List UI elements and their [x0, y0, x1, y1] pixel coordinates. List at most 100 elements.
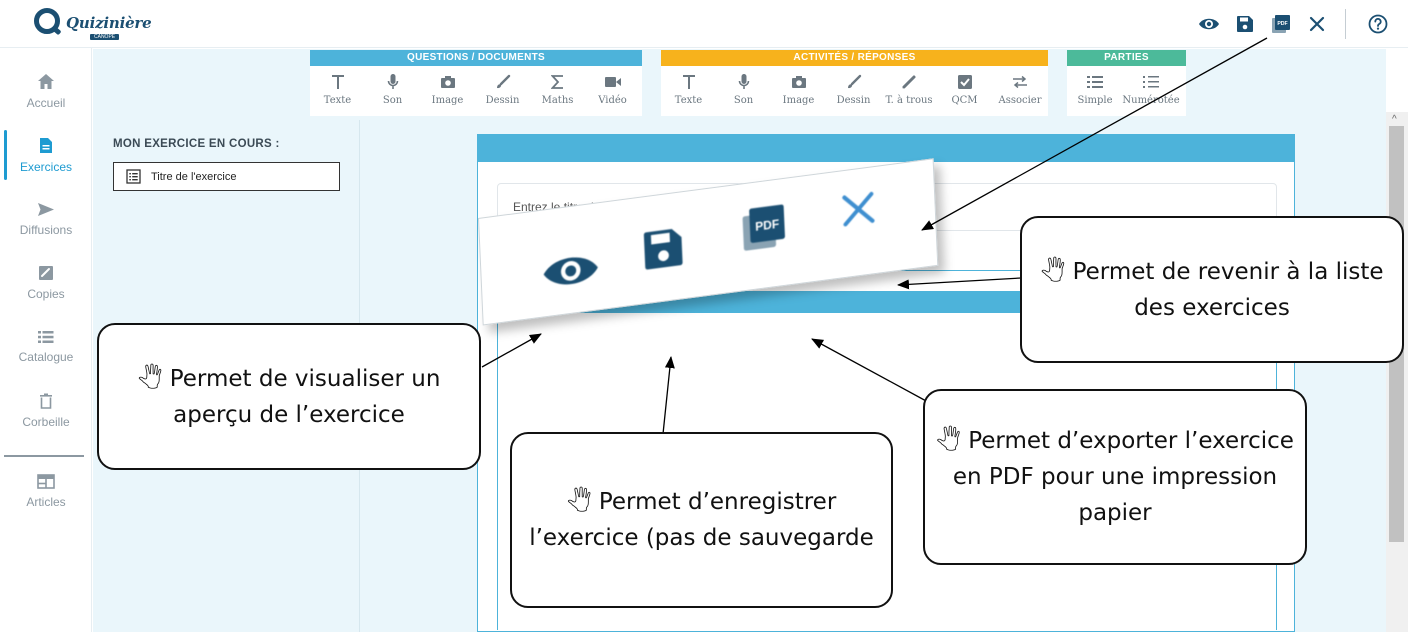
nav-label: Articles: [26, 494, 66, 509]
zoom-pdf-icon: PDF: [738, 200, 790, 254]
nav-label: Exercices: [19, 159, 72, 174]
tool-activity-son[interactable]: Son: [716, 66, 771, 116]
checkbox-icon: [957, 75, 972, 89]
hand-glyph: 🖑: [566, 489, 592, 515]
tool-label: Image: [431, 95, 464, 106]
zoom-close-icon: [838, 187, 880, 232]
panel-title: MON EXERCICE EN COURS :: [113, 138, 280, 150]
microphone-icon: [738, 74, 749, 89]
outline-item-title[interactable]: Titre de l'exercice: [113, 162, 340, 191]
outline-item-label: Titre de l'exercice: [151, 170, 237, 183]
exercise-card-header: [478, 134, 1294, 162]
tool-activity-associer[interactable]: Associer: [992, 66, 1048, 116]
hand-glyph: 🖑: [1040, 258, 1066, 285]
send-icon: [38, 202, 54, 216]
bullet-list-icon: [1087, 76, 1103, 88]
tool-label: Son: [382, 95, 403, 106]
tool-activity-qcm[interactable]: QCM: [937, 66, 992, 116]
tool-question-son[interactable]: Son: [365, 66, 420, 116]
camera-icon: [440, 76, 455, 88]
tool-label: Maths: [541, 95, 574, 106]
nav-item-diffusions[interactable]: Diffusions: [0, 190, 92, 248]
home-icon: [38, 73, 54, 89]
top-actions-divider: [1345, 9, 1346, 39]
nav-item-accueil[interactable]: Accueil: [0, 62, 92, 120]
nav-label: Diffusions: [19, 222, 73, 237]
callout-preview-text: Permet de visualiser un aperçu de l’exer…: [169, 365, 441, 428]
tool-activity-image[interactable]: Image: [771, 66, 826, 116]
callout-pdf: 🖑 Permet d’exporter l’exercice en PDF po…: [923, 389, 1307, 565]
tool-label: Son: [733, 95, 754, 106]
nav-label: Catalogue: [18, 350, 74, 364]
document-icon: [40, 137, 52, 153]
nav-label: Copies: [27, 287, 65, 301]
list-icon: [38, 331, 54, 343]
logo-subtitle: CANOPÉ: [90, 34, 120, 40]
callout-save: 🖑 Permet d’enregistrer l’exercice (pas d…: [510, 432, 893, 608]
nav-item-corbeille[interactable]: Corbeille: [0, 382, 92, 440]
tool-activity-texte[interactable]: Texte: [661, 66, 716, 116]
tool-question-image[interactable]: Image: [420, 66, 475, 116]
pdf-export-icon[interactable]: PDF: [1265, 8, 1297, 40]
nav-item-articles[interactable]: Articles: [0, 462, 92, 520]
tool-question-dessin[interactable]: Dessin: [475, 66, 530, 116]
svg-text:PDF: PDF: [1277, 21, 1287, 27]
side-navigation: Accueil Exercices Diffusions Copies Cata…: [0, 48, 92, 632]
brush-icon: [496, 74, 510, 89]
tool-label: Dessin: [836, 95, 871, 106]
trash-icon: [40, 393, 52, 409]
hand-glyph: 🖑: [137, 365, 163, 392]
callout-close-text: Permet de revenir à la liste des exercic…: [1072, 258, 1384, 321]
tool-label: T. à trous: [885, 95, 933, 106]
tool-activity-dessin[interactable]: Dessin: [826, 66, 881, 116]
swap-icon: [1013, 75, 1027, 89]
text-icon: [682, 75, 695, 89]
toolbar-group-title: PARTIES: [1067, 50, 1186, 66]
tool-label: Vidéo: [598, 95, 627, 106]
tool-part-numerotee[interactable]: Numérotée: [1122, 66, 1180, 116]
app-logo[interactable]: Quizinière CANOPÉ: [34, 8, 152, 40]
tool-question-video[interactable]: Vidéo: [585, 66, 640, 116]
hand-glyph: 🖑: [936, 428, 961, 454]
copy-icon: [39, 266, 53, 280]
tool-question-texte[interactable]: Texte: [310, 66, 365, 116]
tool-label: Texte: [323, 95, 352, 106]
toolbar-questions-documents: QUESTIONS / DOCUMENTS Texte Son Image De…: [310, 50, 642, 116]
toolbar-group-title: QUESTIONS / DOCUMENTS: [310, 50, 642, 66]
numbered-list-icon: [1143, 76, 1159, 88]
zoom-eye-icon: [539, 243, 603, 299]
nav-divider: [4, 455, 84, 457]
top-bar: Quizinière CANOPÉ PDF: [0, 0, 1408, 48]
tool-label: Image: [782, 95, 815, 106]
logo-text: Quizinière: [66, 14, 152, 32]
nav-item-catalogue[interactable]: Catalogue: [0, 318, 92, 376]
tool-label: Associer: [998, 95, 1042, 106]
tool-part-simple[interactable]: Simple: [1067, 66, 1123, 116]
scroll-up-arrow[interactable]: ^: [1392, 114, 1397, 125]
article-icon: [37, 473, 55, 489]
vertical-scrollbar[interactable]: ^: [1386, 112, 1408, 632]
video-icon: [604, 77, 621, 87]
list-box-icon: [126, 169, 141, 184]
help-icon[interactable]: [1362, 8, 1394, 40]
tool-label: Numérotée: [1122, 95, 1180, 106]
tool-activity-texte-a-trous[interactable]: T. à trous: [881, 66, 937, 116]
top-actions: PDF: [1191, 0, 1408, 48]
tool-label: Simple: [1077, 95, 1113, 106]
callout-preview: 🖑 Permet de visualiser un aperçu de l’ex…: [97, 323, 481, 470]
nav-item-copies[interactable]: Copies: [0, 254, 92, 312]
text-icon: [331, 75, 344, 89]
tool-question-maths[interactable]: Maths: [530, 66, 585, 116]
toolbar-activites-reponses: ACTIVITÉS / RÉPONSES Texte Son Image Des…: [661, 50, 1048, 116]
save-floppy-icon[interactable]: [1229, 8, 1261, 40]
toolbar-group-title: ACTIVITÉS / RÉPONSES: [661, 50, 1048, 66]
tool-label: Texte: [674, 95, 703, 106]
nav-item-exercices[interactable]: Exercices: [0, 126, 92, 184]
logo-q-mark: [34, 8, 60, 34]
preview-eye-icon[interactable]: [1193, 8, 1225, 40]
microphone-icon: [387, 74, 398, 89]
sigma-icon: [551, 75, 563, 89]
zoom-floppy-icon: [640, 222, 686, 276]
close-icon[interactable]: [1301, 8, 1333, 40]
callout-close: 🖑 Permet de revenir à la liste des exerc…: [1020, 216, 1404, 363]
